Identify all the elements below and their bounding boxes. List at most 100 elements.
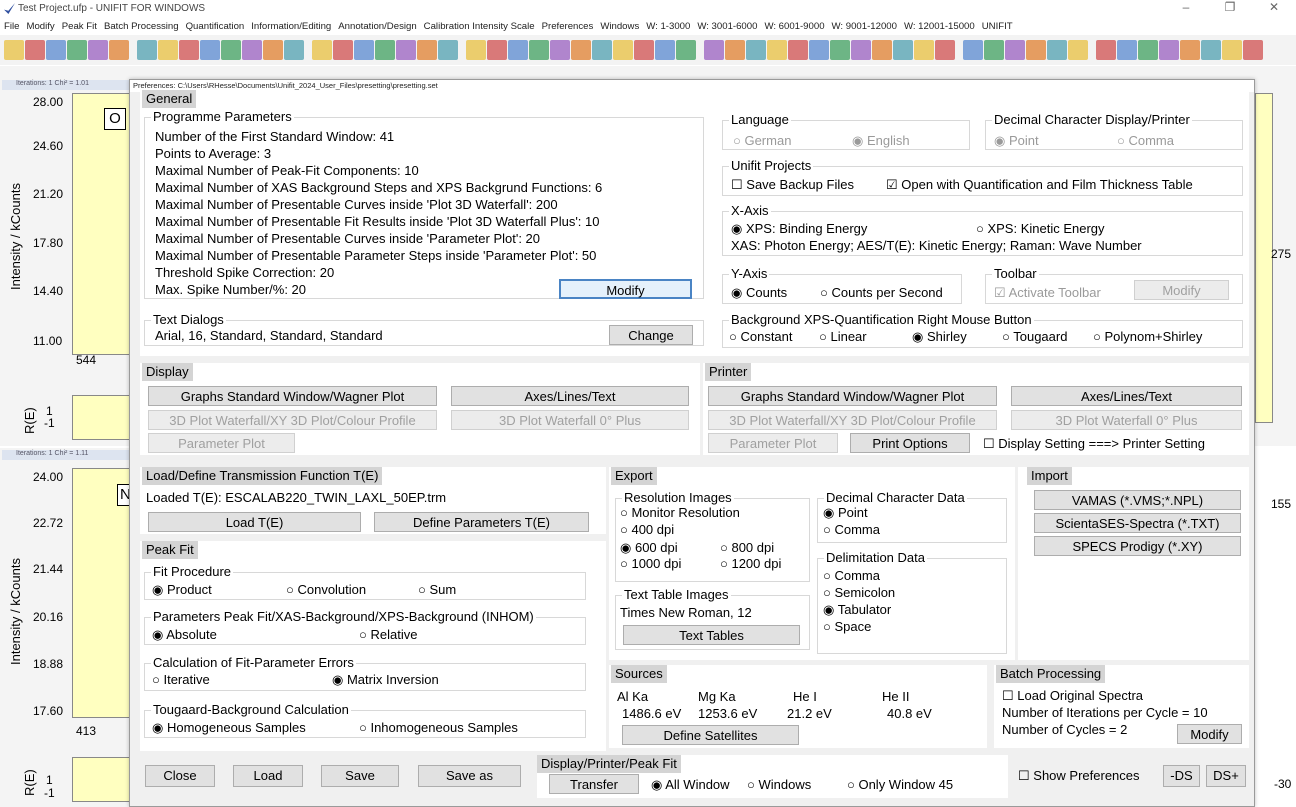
- checkbox-load-original[interactable]: ☐ Load Original Spectra: [1002, 688, 1143, 704]
- toolbar-tool-icon[interactable]: [179, 40, 199, 60]
- toolbar-tool-icon[interactable]: [1096, 40, 1116, 60]
- close-button[interactable]: Close: [145, 765, 215, 787]
- menu-w3[interactable]: W: 6001-9000: [764, 21, 824, 32]
- radio-1000dpi[interactable]: ○ 1000 dpi: [620, 556, 681, 571]
- radio-800dpi[interactable]: ○ 800 dpi: [720, 540, 774, 555]
- radio-iterative[interactable]: ○ Iterative: [152, 672, 210, 687]
- maximize-button[interactable]: ❐: [1208, 0, 1252, 14]
- radio-comma[interactable]: ○ Comma: [1117, 133, 1174, 148]
- toolbar-tool-icon[interactable]: [592, 40, 612, 60]
- menu-w2[interactable]: W: 3001-6000: [697, 21, 757, 32]
- toolbar-tool-icon[interactable]: [746, 40, 766, 60]
- toolbar-tool-icon[interactable]: [109, 40, 129, 60]
- toolbar-tool-icon[interactable]: [200, 40, 220, 60]
- display-3d-plus-button[interactable]: 3D Plot Waterfall 0° Plus: [451, 410, 689, 430]
- batch-modify-button[interactable]: Modify: [1177, 724, 1242, 744]
- radio-space[interactable]: ○ Space: [823, 619, 871, 634]
- radio-convolution[interactable]: ○ Convolution: [286, 582, 366, 597]
- define-te-button[interactable]: Define Parameters T(E): [374, 512, 589, 532]
- menu-calibration[interactable]: Calibration Intensity Scale: [424, 21, 535, 32]
- menu-w4[interactable]: W: 9001-12000: [832, 21, 897, 32]
- menu-information[interactable]: Information/Editing: [251, 21, 331, 32]
- radio-polynom-shirley[interactable]: ○ Polynom+Shirley: [1093, 329, 1202, 344]
- text-tables-button[interactable]: Text Tables: [623, 625, 800, 645]
- toolbar-tool-icon[interactable]: [263, 40, 283, 60]
- toolbar-tool-icon[interactable]: [550, 40, 570, 60]
- transfer-button[interactable]: Transfer: [549, 774, 639, 794]
- display-3d-waterfall-button[interactable]: 3D Plot Waterfall/XY 3D Plot/Colour Prof…: [148, 410, 437, 430]
- printer-axes-button[interactable]: Axes/Lines/Text: [1011, 386, 1242, 406]
- toolbar-tool-icon[interactable]: [333, 40, 353, 60]
- checkbox-display-printer[interactable]: ☐ Display Setting ===> Printer Setting: [983, 436, 1205, 452]
- radio-product[interactable]: ◉ Product: [152, 582, 212, 598]
- radio-data-point[interactable]: ◉ Point: [823, 505, 868, 521]
- toolbar-tool-icon[interactable]: [1201, 40, 1221, 60]
- load-te-button[interactable]: Load T(E): [148, 512, 361, 532]
- print-options-button[interactable]: Print Options: [850, 433, 970, 453]
- save-as-button[interactable]: Save as: [418, 765, 521, 787]
- menu-file[interactable]: File: [4, 21, 19, 32]
- toolbar-tool-icon[interactable]: [438, 40, 458, 60]
- menu-preferences[interactable]: Preferences: [542, 21, 594, 32]
- radio-point[interactable]: ◉ Point: [994, 133, 1039, 149]
- import-scienta-button[interactable]: ScientaSES-Spectra (*.TXT): [1034, 513, 1241, 533]
- radio-linear[interactable]: ○ Linear: [819, 329, 867, 344]
- radio-english[interactable]: ◉ English: [852, 133, 910, 149]
- toolbar-tool-icon[interactable]: [1047, 40, 1067, 60]
- programme-modify-button[interactable]: Modify: [559, 279, 692, 299]
- toolbar-tool-icon[interactable]: [158, 40, 178, 60]
- spectrum-plot-top[interactable]: [72, 93, 132, 355]
- printer-graphs-button[interactable]: Graphs Standard Window/Wagner Plot: [708, 386, 997, 406]
- toolbar-tool-icon[interactable]: [613, 40, 633, 60]
- ds-minus-button[interactable]: -DS: [1163, 765, 1200, 787]
- toolbar-tool-icon[interactable]: [655, 40, 675, 60]
- radio-delim-comma[interactable]: ○ Comma: [823, 568, 880, 583]
- toolbar-tool-icon[interactable]: [25, 40, 45, 60]
- toolbar-tool-icon[interactable]: [1005, 40, 1025, 60]
- radio-counts[interactable]: ◉ Counts: [731, 285, 787, 301]
- toolbar-tool-icon[interactable]: [788, 40, 808, 60]
- radio-cps[interactable]: ○ Counts per Second: [820, 285, 943, 300]
- ds-plus-button[interactable]: DS+: [1206, 765, 1246, 787]
- radio-kinetic-energy[interactable]: ○ XPS: Kinetic Energy: [976, 221, 1105, 236]
- toolbar-tool-icon[interactable]: [1138, 40, 1158, 60]
- display-graphs-button[interactable]: Graphs Standard Window/Wagner Plot: [148, 386, 437, 406]
- menu-windows[interactable]: Windows: [600, 21, 639, 32]
- import-vamas-button[interactable]: VAMAS (*.VMS;*.NPL): [1034, 490, 1241, 510]
- toolbar-tool-icon[interactable]: [872, 40, 892, 60]
- menu-unifit[interactable]: UNIFIT: [982, 21, 1013, 32]
- display-parameter-plot-button[interactable]: Parameter Plot: [148, 433, 295, 453]
- toolbar-tool-icon[interactable]: [417, 40, 437, 60]
- toolbar-tool-icon[interactable]: [767, 40, 787, 60]
- toolbar-tool-icon[interactable]: [508, 40, 528, 60]
- toolbar-tool-icon[interactable]: [529, 40, 549, 60]
- toolbar-tool-icon[interactable]: [67, 40, 87, 60]
- toolbar-tool-icon[interactable]: [963, 40, 983, 60]
- radio-tougaard[interactable]: ○ Tougaard: [1002, 329, 1067, 344]
- menu-w1[interactable]: W: 1-3000: [646, 21, 690, 32]
- toolbar-tool-icon[interactable]: [466, 40, 486, 60]
- toolbar-tool-icon[interactable]: [1222, 40, 1242, 60]
- checkbox-show-preferences[interactable]: ☐ Show Preferences: [1018, 768, 1140, 784]
- toolbar-tool-icon[interactable]: [809, 40, 829, 60]
- load-button[interactable]: Load: [233, 765, 303, 787]
- menu-w5[interactable]: W: 12001-15000: [904, 21, 975, 32]
- toolbar-tool-icon[interactable]: [4, 40, 24, 60]
- radio-matrix-inversion[interactable]: ◉ Matrix Inversion: [332, 672, 439, 688]
- radio-all-window[interactable]: ◉ All Window: [651, 777, 730, 793]
- import-specs-button[interactable]: SPECS Prodigy (*.XY): [1034, 536, 1241, 556]
- radio-german[interactable]: ○ German: [733, 133, 791, 148]
- radio-monitor-res[interactable]: ○ Monitor Resolution: [620, 505, 740, 520]
- toolbar-tool-icon[interactable]: [242, 40, 262, 60]
- toolbar-tool-icon[interactable]: [893, 40, 913, 60]
- toolbar-tool-icon[interactable]: [676, 40, 696, 60]
- change-button[interactable]: Change: [609, 325, 693, 345]
- menu-batch[interactable]: Batch Processing: [104, 21, 179, 32]
- toolbar-tool-icon[interactable]: [571, 40, 591, 60]
- radio-data-comma[interactable]: ○ Comma: [823, 522, 880, 537]
- toolbar-tool-icon[interactable]: [1243, 40, 1263, 60]
- radio-relative[interactable]: ○ Relative: [359, 627, 417, 642]
- toolbar-tool-icon[interactable]: [375, 40, 395, 60]
- toolbar-tool-icon[interactable]: [46, 40, 66, 60]
- checkbox-open-quant[interactable]: ☑ Open with Quantification and Film Thic…: [886, 177, 1193, 193]
